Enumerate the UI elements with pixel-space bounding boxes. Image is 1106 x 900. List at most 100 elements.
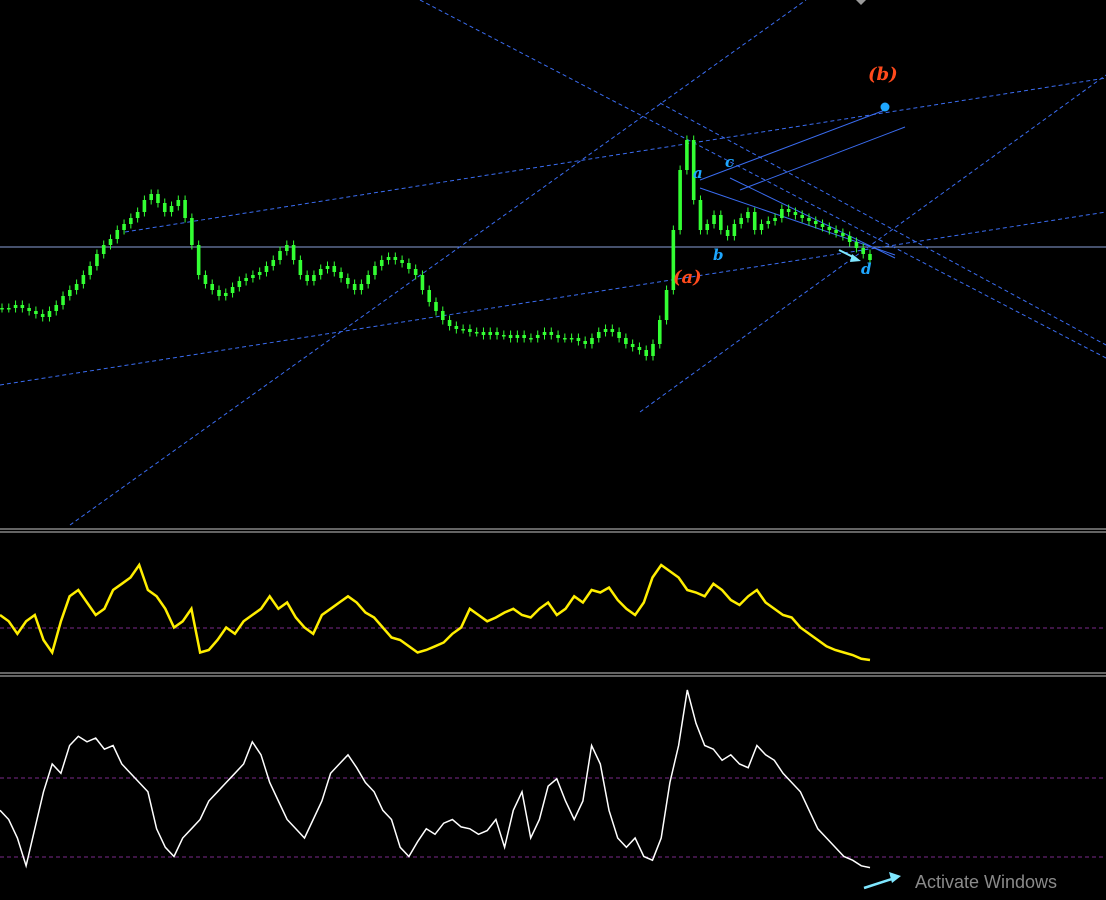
candle-body <box>298 260 303 275</box>
candle-body <box>732 224 737 236</box>
candle-body <box>237 281 242 287</box>
candle-body <box>542 332 547 335</box>
candle-body <box>0 308 4 310</box>
candle-body <box>291 245 296 260</box>
candle-body <box>800 215 804 218</box>
candle-body <box>773 218 777 221</box>
candle-body <box>603 329 608 332</box>
candle-body <box>129 218 133 224</box>
candle-body <box>610 329 615 332</box>
candle-body <box>190 218 194 245</box>
candle-body <box>712 215 716 224</box>
candle-body <box>576 338 581 341</box>
candle-body <box>373 266 377 275</box>
candle-body <box>596 332 601 338</box>
candle-body <box>563 338 567 340</box>
candle-body <box>61 296 65 305</box>
candle-body <box>556 335 560 338</box>
candle-body <box>217 290 221 296</box>
candle-body <box>312 275 316 281</box>
candle-body <box>434 302 438 311</box>
wave-label-a: a <box>693 164 703 182</box>
candle-body <box>339 272 343 278</box>
wave-label-c: c <box>725 153 734 171</box>
candle-body <box>27 308 31 311</box>
candle-body <box>827 227 832 230</box>
candle-body <box>705 224 710 230</box>
activate-windows-watermark: Activate Windows <box>915 872 1058 892</box>
candle-body <box>40 314 45 317</box>
candle-body <box>230 287 235 293</box>
candle-body <box>549 332 554 335</box>
candle-body <box>468 329 472 332</box>
candle-body <box>637 347 642 350</box>
candle-body <box>780 209 784 218</box>
candle-body <box>651 344 655 356</box>
candle-body <box>251 275 255 278</box>
candle-body <box>325 266 330 269</box>
candle-body <box>210 284 215 290</box>
candle-body <box>685 140 689 170</box>
chart-stage[interactable]: a b c d (a) (b) <box>0 0 1106 900</box>
candle-body <box>678 170 682 230</box>
candle-body <box>502 335 506 337</box>
candle-body <box>820 224 825 227</box>
candle-body <box>135 212 140 218</box>
candle-body <box>854 242 859 248</box>
candle-body <box>183 200 187 218</box>
candle-body <box>861 248 866 254</box>
candle-body <box>454 326 459 329</box>
candle-body <box>271 260 276 266</box>
candle-body <box>264 266 269 272</box>
candle-body <box>522 335 526 338</box>
candle-body <box>393 257 398 260</box>
candle-body <box>400 260 404 263</box>
candle-body <box>176 200 181 206</box>
candle-body <box>278 251 282 260</box>
target-point-dot[interactable] <box>880 102 890 112</box>
candle-body <box>841 233 845 236</box>
candle-body <box>169 206 174 212</box>
candle-body <box>440 311 445 320</box>
candle-body <box>793 212 798 215</box>
candle-body <box>346 278 350 284</box>
candle-body <box>352 284 357 290</box>
candle-body <box>318 269 323 275</box>
candle-body <box>813 221 818 224</box>
candle-body <box>752 212 757 230</box>
candle-body <box>515 335 520 338</box>
wave-label-paren-a: (a) <box>673 267 702 288</box>
candle-body <box>657 320 662 344</box>
candle-body <box>759 224 764 230</box>
candle-body <box>698 200 703 230</box>
candle-body <box>6 308 11 310</box>
candle-body <box>807 218 811 221</box>
candle-body <box>529 338 533 340</box>
candle-body <box>481 332 486 335</box>
candle-body <box>583 341 587 344</box>
candle-body <box>535 335 540 338</box>
candle-body <box>34 311 38 314</box>
candle-body <box>786 209 791 212</box>
candle-body <box>257 272 262 275</box>
candle-body <box>624 338 628 344</box>
candle-body <box>847 236 852 242</box>
candle-body <box>746 212 750 218</box>
candle-body <box>101 245 106 254</box>
candle-body <box>474 332 479 334</box>
candle-body <box>495 332 499 335</box>
wave-label-b: b <box>713 246 724 264</box>
candle-body <box>142 200 147 212</box>
candle-body <box>413 269 418 275</box>
candle-body <box>569 338 574 340</box>
candle-body <box>81 275 86 284</box>
candle-body <box>47 311 52 317</box>
candle-body <box>285 245 289 251</box>
candle-body <box>508 335 513 338</box>
candle-body <box>617 332 621 338</box>
candle-body <box>407 263 411 269</box>
wave-label-d: d <box>861 260 872 278</box>
wave-label-paren-b: (b) <box>868 64 898 85</box>
candle-body <box>630 344 635 347</box>
candle-body <box>108 239 113 245</box>
